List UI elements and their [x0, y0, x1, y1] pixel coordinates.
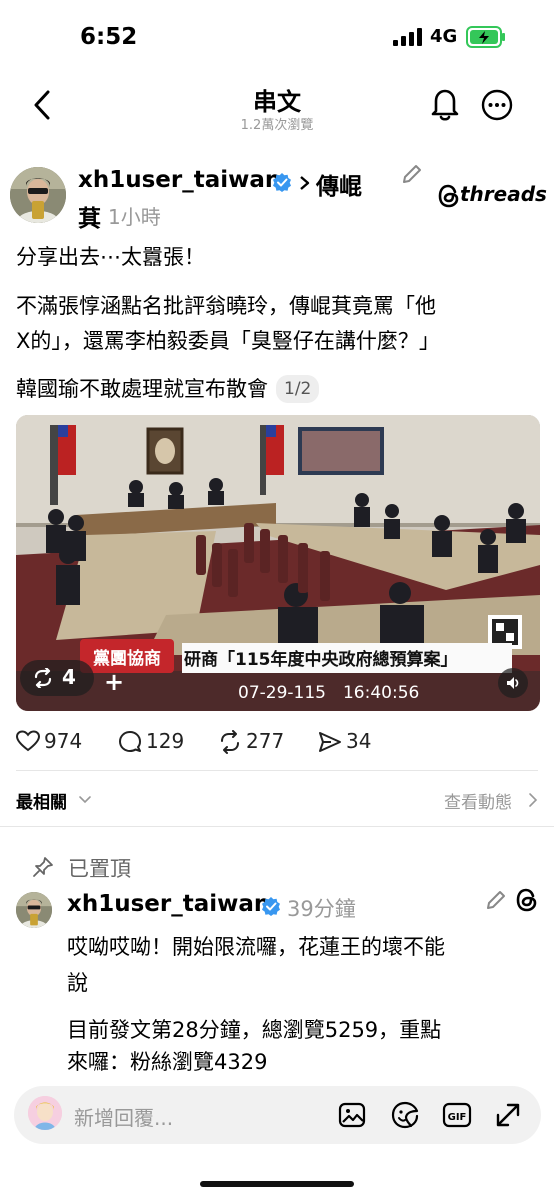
- send-icon: [319, 732, 341, 752]
- reply-text-line: 來囉：粉絲瀏覽4329: [67, 1050, 268, 1074]
- top-bar: 串文 1.2萬次瀏覽: [0, 72, 554, 142]
- post-text-line: 分享出去⋯太囂張！: [16, 245, 205, 269]
- post-image[interactable]: 黨團協商 研商「115年度中央政府總預算案」 07-29-115 16:40:5…: [16, 415, 540, 711]
- reply-text-line: 說: [67, 971, 88, 995]
- threads-icon: [516, 888, 537, 912]
- svg-text:GIF: GIF: [448, 1112, 467, 1123]
- reply-input[interactable]: 新增回覆...: [74, 1102, 173, 1131]
- reply-author-avatar[interactable]: [16, 892, 52, 928]
- chevron-right-icon: [529, 793, 538, 807]
- share-button[interactable]: 34: [318, 728, 388, 756]
- comment-button[interactable]: 129: [118, 728, 198, 756]
- verified-badge-icon: [262, 897, 280, 916]
- signal-icon: [393, 28, 422, 46]
- like-button[interactable]: 974: [16, 728, 96, 756]
- repost-count: 277: [246, 729, 285, 753]
- reply-username[interactable]: xh1user_taiwan: [67, 891, 270, 917]
- author-avatar[interactable]: [10, 167, 66, 223]
- threads-at-icon: [438, 184, 459, 208]
- post-text-line: X的」，還罵李柏毅委員「臭豎仔在講什麼？」: [16, 329, 440, 353]
- edit-pencil-icon: [487, 891, 505, 909]
- repost-button[interactable]: 277: [218, 728, 298, 756]
- tagged-user[interactable]: 傳崐: [316, 167, 362, 201]
- verified-badge-icon: [273, 173, 291, 192]
- section-divider: [0, 826, 554, 827]
- threads-logo: threads: [438, 182, 547, 210]
- comment-count: 129: [146, 729, 185, 753]
- pin-icon: [33, 857, 53, 877]
- threads-wordmark: threads: [460, 182, 547, 206]
- reply-time: 39分鐘: [287, 897, 356, 921]
- page-title: 串文: [253, 88, 301, 116]
- image-repost-count: 4: [62, 665, 76, 689]
- reply-text-line: 哎呦哎呦！開始限流囉，花蓮王的壞不能: [67, 935, 445, 959]
- view-count: 1.2萬次瀏覽: [240, 118, 314, 133]
- pinned-label: 已置頂: [68, 857, 131, 881]
- image-icon[interactable]: [337, 1100, 367, 1130]
- expand-icon[interactable]: [493, 1100, 523, 1130]
- post-text-line: 韓國瑜不敢處理就宣布散會 1/2: [16, 372, 542, 407]
- add-to-post-button[interactable]: +: [100, 668, 128, 696]
- reply-composer[interactable]: 新增回覆... GIF: [14, 1086, 541, 1144]
- sort-dropdown[interactable]: 最相關: [16, 788, 67, 813]
- edit-pencil-icon: [403, 165, 421, 183]
- bell-icon[interactable]: [428, 86, 462, 122]
- battery-icon: [466, 26, 505, 48]
- my-avatar: [28, 1096, 62, 1130]
- image-repost-badge[interactable]: 4: [20, 660, 94, 696]
- post-time: 1小時: [108, 205, 161, 229]
- network-type: 4G: [430, 26, 458, 47]
- chevron-down-icon: [79, 796, 91, 804]
- share-count: 34: [346, 729, 372, 753]
- banner-tag: 黨團協商: [93, 649, 161, 669]
- comment-icon: [119, 731, 141, 752]
- tagged-user-cont[interactable]: 萁: [78, 199, 101, 233]
- sticker-icon[interactable]: [390, 1100, 420, 1130]
- repost-icon: [34, 668, 52, 688]
- post-text-line: 不滿張惇涵點名批評翁曉玲，傳崐萁竟罵「他: [16, 294, 436, 318]
- status-bar: 6:52 4G: [0, 0, 554, 72]
- chevron-right-icon: [300, 176, 310, 190]
- speaker-icon: [507, 677, 519, 689]
- status-time: 6:52: [80, 24, 138, 50]
- view-activity-link[interactable]: 查看動態: [444, 788, 512, 813]
- heart-icon: [16, 730, 40, 752]
- repost-icon: [221, 730, 239, 754]
- divider: [16, 770, 538, 771]
- gif-icon[interactable]: GIF: [442, 1100, 472, 1130]
- broadcast-timestamp: 07-29-115 16:40:56: [238, 683, 420, 703]
- reply-text-line: 目前發文第28分鐘，總瀏覽5259，重點: [67, 1018, 442, 1042]
- more-options-icon[interactable]: [480, 88, 514, 122]
- media-pager: 1/2: [276, 375, 320, 403]
- mute-toggle[interactable]: [498, 668, 528, 698]
- author-username[interactable]: xh1user_taiwan: [78, 167, 281, 193]
- home-indicator: [200, 1181, 354, 1187]
- post-text-last: 韓國瑜不敢處理就宣布散會: [16, 377, 268, 401]
- banner-caption: 研商「115年度中央政府總預算案」: [184, 650, 458, 670]
- like-count: 974: [44, 729, 83, 753]
